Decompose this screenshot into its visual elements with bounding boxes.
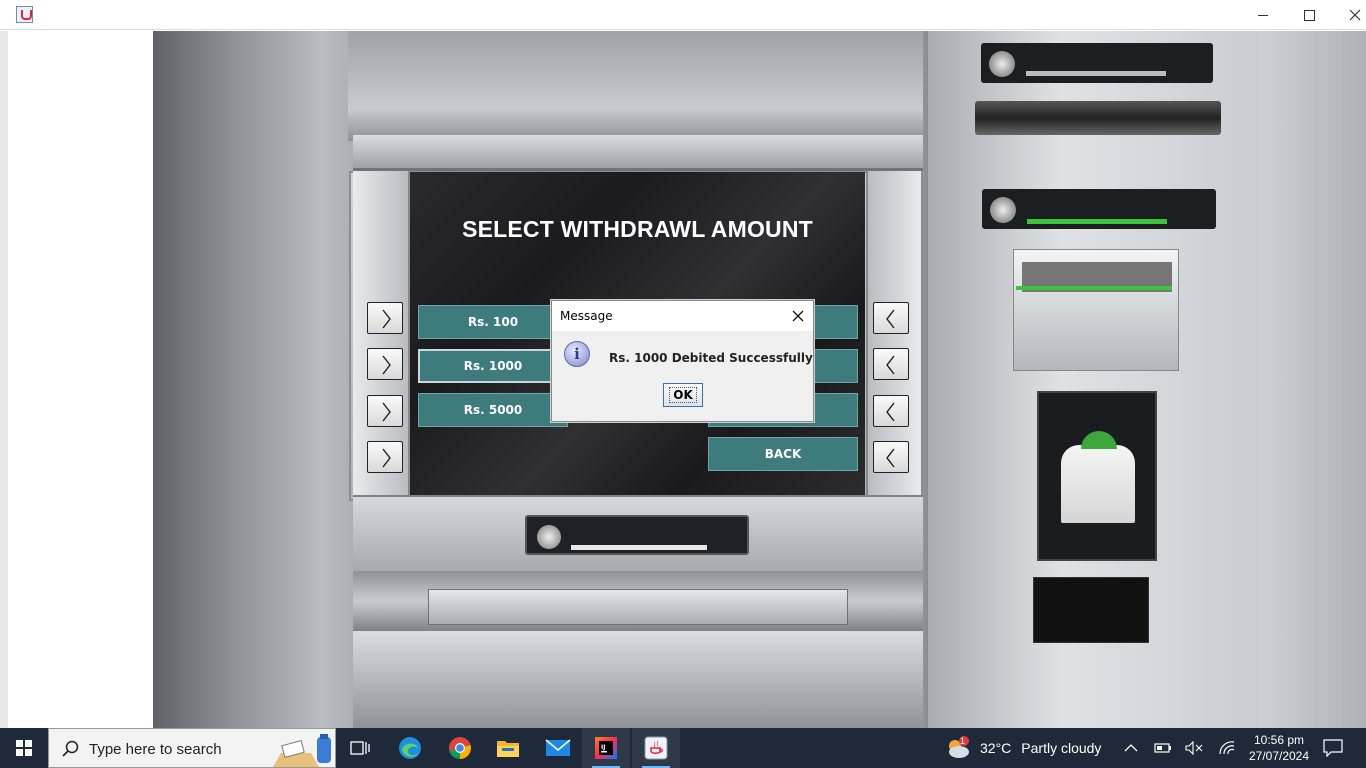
back-button[interactable]: BACK (708, 437, 858, 471)
volume-button[interactable] (1185, 728, 1203, 768)
chevron-right-icon (382, 448, 391, 468)
java-app-icon (16, 6, 33, 23)
right-side-key-3[interactable] (873, 395, 909, 427)
cash-emblem-icon (537, 525, 561, 549)
info-icon: i (564, 341, 590, 367)
cash-dispenser-slot (428, 589, 848, 625)
taskbar-search[interactable]: Type here to search (48, 728, 336, 768)
maximize-button[interactable] (1286, 0, 1332, 30)
minimize-button[interactable] (1240, 0, 1286, 30)
folder-icon (497, 741, 519, 757)
message-dialog: Message i Rs. 1000 Debited Successfully … (551, 300, 814, 422)
intellij-button[interactable]: IJ (582, 728, 630, 768)
close-button[interactable] (1332, 0, 1366, 30)
task-view-icon (350, 741, 370, 755)
clock-time: 10:56 pm (1253, 733, 1305, 747)
cash-slot-label (525, 515, 749, 555)
weather-temp: 32°C (980, 740, 1012, 756)
battery-button[interactable] (1154, 728, 1172, 768)
mail-icon (545, 739, 571, 756)
chrome-icon (449, 737, 471, 759)
dialog-title: Message (560, 309, 613, 323)
intellij-icon: IJ (595, 737, 617, 759)
windows-logo-icon (16, 740, 32, 756)
taskbar: Type here to search IJ 1 32°C Partly clo… (0, 728, 1366, 768)
show-hidden-icons-button[interactable] (1124, 728, 1138, 768)
chevron-right-icon (382, 402, 391, 422)
atm-hood (348, 31, 923, 141)
left-side-key-3[interactable] (367, 395, 403, 427)
chevron-right-icon (382, 355, 391, 375)
chevron-left-icon (886, 309, 895, 329)
search-icon (62, 740, 79, 757)
edge-button[interactable] (386, 728, 434, 768)
minimize-icon (1258, 14, 1268, 16)
start-button[interactable] (0, 728, 48, 768)
card-emblem-icon (990, 197, 1016, 223)
chevron-right-icon (382, 309, 391, 329)
battery-icon (1154, 743, 1171, 753)
edge-icon (399, 737, 421, 759)
chevron-up-icon (1124, 744, 1138, 752)
dialog-title-bar: Message (552, 301, 813, 331)
volume-muted-icon (1185, 741, 1203, 755)
window-left-edge (0, 31, 8, 728)
card-reader (1013, 249, 1179, 371)
chevron-left-icon (886, 355, 895, 375)
ok-button[interactable]: OK (663, 383, 703, 407)
window-title-bar (0, 0, 1366, 30)
dialog-close-icon[interactable] (788, 306, 808, 326)
right-side-key-4[interactable] (873, 441, 909, 473)
weather-partly-cloudy-icon (949, 736, 969, 758)
maximize-icon (1303, 9, 1315, 21)
receipt-printer (1033, 577, 1149, 643)
receipt-emblem-icon (989, 51, 1015, 77)
amount-5000-button[interactable]: Rs. 5000 (418, 393, 568, 427)
taskbar-clock[interactable]: 10:56 pm 27/07/2024 (1240, 732, 1318, 764)
java-icon (644, 736, 668, 760)
receipt-label (981, 43, 1213, 83)
weather-widget[interactable]: 1 32°C Partly cloudy (944, 728, 1101, 768)
card-reader-light (1016, 286, 1172, 290)
notification-icon (1323, 739, 1343, 757)
amount-1000-button[interactable]: Rs. 1000 (418, 349, 568, 383)
ok-button-label: OK (669, 387, 697, 403)
mail-button[interactable] (534, 728, 582, 768)
right-side-key-1[interactable] (873, 302, 909, 334)
clock-date: 27/07/2024 (1248, 749, 1310, 763)
atm-base-panel (353, 631, 923, 728)
task-view-button[interactable] (336, 728, 384, 768)
search-highlight-icon (273, 734, 331, 767)
network-button[interactable] (1218, 728, 1236, 768)
dialog-message: Rs. 1000 Debited Successfully (609, 351, 813, 365)
chrome-button[interactable] (436, 728, 484, 768)
left-side-key-4[interactable] (367, 441, 403, 473)
pin-shield-icon (1061, 431, 1135, 523)
close-icon (1349, 9, 1361, 21)
amount-100-button[interactable]: Rs. 100 (418, 305, 568, 339)
chevron-left-icon (886, 402, 895, 422)
atm-hood-lip (353, 135, 923, 171)
right-side-key-2[interactable] (873, 348, 909, 380)
weather-badge: 1 (960, 736, 966, 746)
chevron-left-icon (886, 448, 895, 468)
search-placeholder: Type here to search (89, 741, 222, 758)
card-label (982, 189, 1216, 229)
weather-condition: Partly cloudy (1021, 740, 1102, 756)
content-background (8, 31, 153, 728)
wifi-icon (1219, 741, 1235, 755)
left-side-key-1[interactable] (367, 302, 403, 334)
svg-text:IJ: IJ (601, 744, 605, 751)
left-side-key-2[interactable] (367, 348, 403, 380)
page-title: SELECT WITHDRAWL AMOUNT (462, 216, 813, 242)
pin-pad (1037, 391, 1157, 561)
java-app-button[interactable] (632, 728, 680, 768)
receipt-slot (975, 101, 1221, 135)
notifications-button[interactable] (1323, 728, 1343, 768)
file-explorer-button[interactable] (484, 728, 532, 768)
